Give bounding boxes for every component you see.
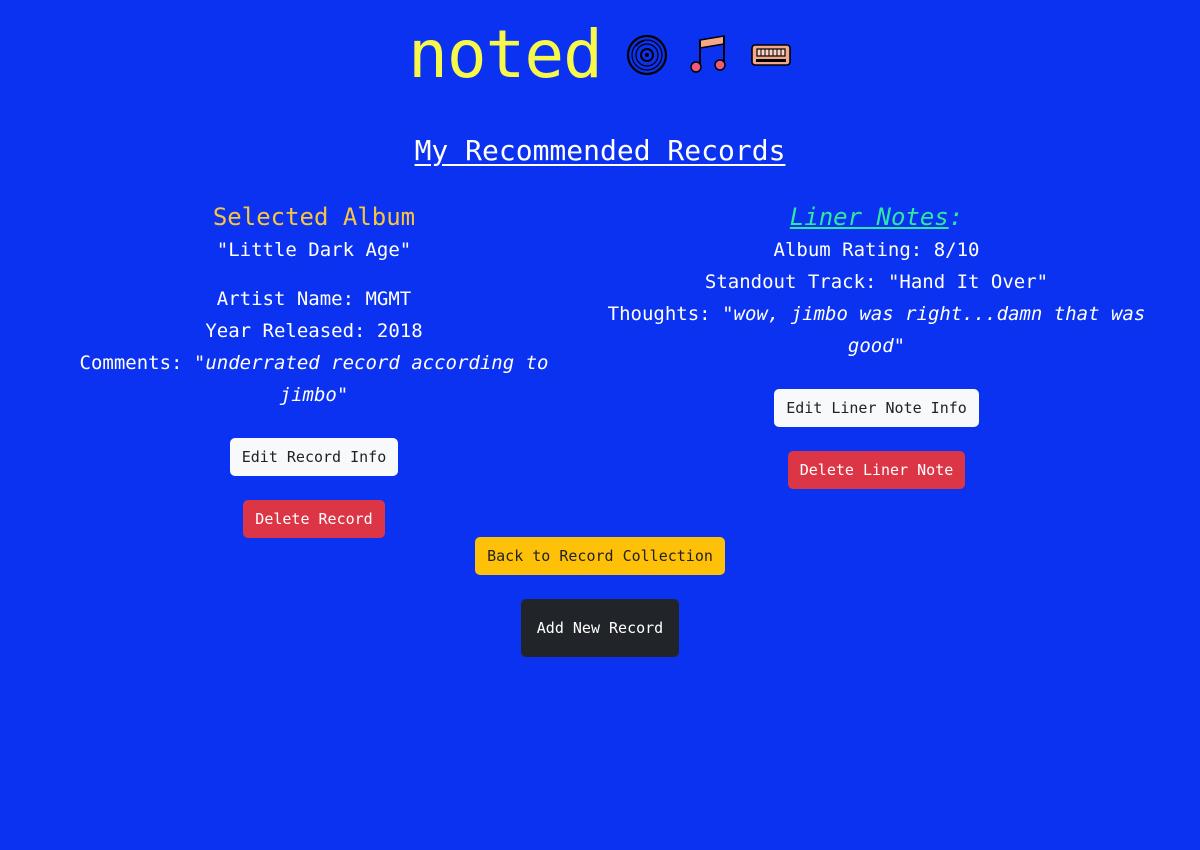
page-title: My Recommended Records bbox=[414, 134, 786, 167]
year-released-value: 2018 bbox=[376, 320, 423, 342]
artist-name-row: Artist Name: MGMT bbox=[54, 283, 574, 315]
edit-liner-note-button[interactable]: Edit Liner Note Info bbox=[774, 389, 979, 427]
artist-name-value: MGMT bbox=[365, 288, 412, 310]
app-header: noted bbox=[0, 22, 1200, 88]
comments-row: Comments: "underrated record according t… bbox=[54, 347, 574, 411]
add-button-row: Add New Record bbox=[0, 599, 1200, 657]
liner-notes-panel: Liner Notes: Album Rating: 8/10 Standout… bbox=[600, 200, 1153, 489]
album-name: "Little Dark Age" bbox=[216, 239, 412, 261]
app-logo[interactable]: noted bbox=[408, 22, 603, 88]
artist-name-label: Artist Name: bbox=[216, 288, 366, 310]
album-rating-label: Album Rating: bbox=[773, 239, 934, 261]
music-note-icon bbox=[688, 34, 730, 76]
back-button-row: Back to Record Collection bbox=[0, 537, 1200, 575]
thoughts-row: Thoughts: "wow, jimbo was right...damn t… bbox=[600, 298, 1153, 362]
edit-record-button[interactable]: Edit Record Info bbox=[229, 438, 399, 476]
year-released-label: Year Released: bbox=[205, 320, 377, 342]
standout-track-label: Standout Track: bbox=[704, 271, 888, 293]
back-to-collection-button[interactable]: Back to Record Collection bbox=[475, 537, 725, 575]
delete-liner-note-button[interactable]: Delete Liner Note bbox=[787, 451, 966, 489]
liner-notes-heading[interactable]: Liner Notes: bbox=[600, 200, 1153, 234]
standout-track-value: "Hand It Over" bbox=[887, 271, 1049, 293]
comments-value: "underrated record according to jimbo" bbox=[193, 352, 549, 406]
add-new-record-button[interactable]: Add New Record bbox=[520, 599, 680, 657]
album-rating-row: Album Rating: 8/10 bbox=[600, 234, 1153, 266]
thoughts-value: "wow, jimbo was right...damn that was go… bbox=[722, 303, 1146, 357]
delete-record-button[interactable]: Delete Record bbox=[243, 500, 385, 538]
standout-track-row: Standout Track: "Hand It Over" bbox=[600, 266, 1153, 298]
thoughts-label: Thoughts: bbox=[607, 303, 723, 325]
vinyl-record-icon bbox=[626, 34, 668, 76]
cassette-tape-icon bbox=[750, 34, 792, 76]
comments-label: Comments: bbox=[79, 352, 194, 374]
selected-album-heading: Selected Album bbox=[212, 203, 416, 231]
liner-notes-colon: : bbox=[948, 203, 964, 231]
year-released-row: Year Released: 2018 bbox=[54, 315, 574, 347]
liner-notes-link[interactable]: Liner Notes bbox=[790, 203, 949, 231]
album-rating-value: 8/10 bbox=[933, 239, 980, 261]
selected-album-panel: Selected Album "Little Dark Age" Artist … bbox=[54, 200, 574, 538]
